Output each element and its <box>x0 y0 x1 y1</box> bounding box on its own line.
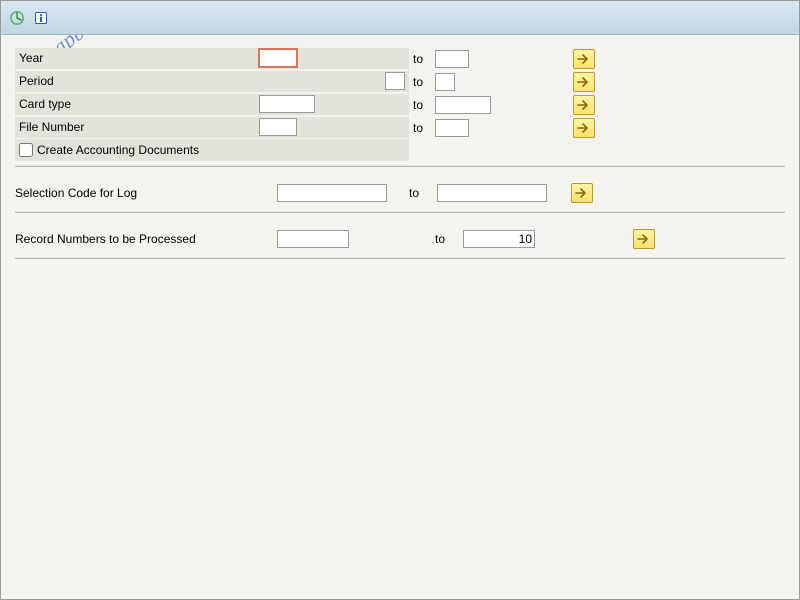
row-year: Year to <box>15 47 785 70</box>
label-selection-code: Selection Code for Log <box>15 186 277 200</box>
arrow-right-icon <box>575 187 589 199</box>
file-number-from-wrap <box>255 117 409 139</box>
period-from-input[interactable] <box>385 72 405 90</box>
arrow-right-icon <box>577 122 591 134</box>
file-number-to-input[interactable] <box>435 119 469 137</box>
card-type-from-wrap <box>255 94 409 116</box>
period-multi-button[interactable] <box>573 72 595 92</box>
card-type-from-input[interactable] <box>259 95 315 113</box>
period-to-input[interactable] <box>435 73 455 91</box>
section-selection-code: Selection Code for Log to <box>15 179 785 219</box>
file-number-to-label: to <box>409 121 435 135</box>
info-icon <box>33 10 49 26</box>
card-type-multi-button[interactable] <box>573 95 595 115</box>
section-main: Year to Period to <box>15 47 785 173</box>
selection-code-multi-button[interactable] <box>571 183 593 203</box>
record-numbers-to-input[interactable] <box>463 230 535 248</box>
arrow-right-icon <box>577 76 591 88</box>
row-card-type: Card type to <box>15 93 785 116</box>
selection-code-from-input[interactable] <box>277 184 387 202</box>
record-numbers-multi-button[interactable] <box>633 229 655 249</box>
execute-button[interactable] <box>7 8 27 28</box>
year-from-wrap <box>255 48 409 70</box>
card-type-to-input[interactable] <box>435 96 491 114</box>
label-record-numbers: Record Numbers to be Processed <box>15 232 277 246</box>
label-period: Period <box>15 71 255 93</box>
record-numbers-from-input[interactable] <box>277 230 349 248</box>
label-create-acct-docs: Create Accounting Documents <box>37 143 199 157</box>
label-card-type: Card type <box>15 94 255 116</box>
period-to-label: to <box>409 75 435 89</box>
create-acct-docs-checkbox[interactable] <box>19 143 33 157</box>
app-window: sapbrainsonline.com Year to Period <box>0 0 800 600</box>
execute-icon <box>9 10 25 26</box>
row-selection-code: Selection Code for Log to <box>15 179 785 207</box>
arrow-right-icon <box>637 233 651 245</box>
card-type-to-label: to <box>409 98 435 112</box>
content-area: sapbrainsonline.com Year to Period <box>1 35 799 599</box>
row-file-number: File Number to <box>15 116 785 139</box>
period-from-wrap <box>255 71 409 93</box>
year-to-label: to <box>409 52 435 66</box>
info-button[interactable] <box>31 8 51 28</box>
row-period: Period to <box>15 70 785 93</box>
arrow-right-icon <box>577 99 591 111</box>
row-record-numbers: Record Numbers to be Processed to <box>15 225 785 253</box>
year-from-input[interactable] <box>259 49 297 67</box>
year-multi-button[interactable] <box>573 49 595 69</box>
label-year: Year <box>15 48 255 70</box>
label-file-number: File Number <box>15 117 255 139</box>
section-record-numbers: Record Numbers to be Processed to <box>15 225 785 265</box>
row-create-acct-docs: Create Accounting Documents <box>15 139 409 161</box>
arrow-right-icon <box>577 53 591 65</box>
selection-code-to-input[interactable] <box>437 184 547 202</box>
year-to-input[interactable] <box>435 50 469 68</box>
file-number-from-input[interactable] <box>259 118 297 136</box>
file-number-multi-button[interactable] <box>573 118 595 138</box>
selection-code-to-label: to <box>409 186 437 200</box>
record-numbers-to-label: to <box>435 232 463 246</box>
toolbar <box>1 1 799 35</box>
